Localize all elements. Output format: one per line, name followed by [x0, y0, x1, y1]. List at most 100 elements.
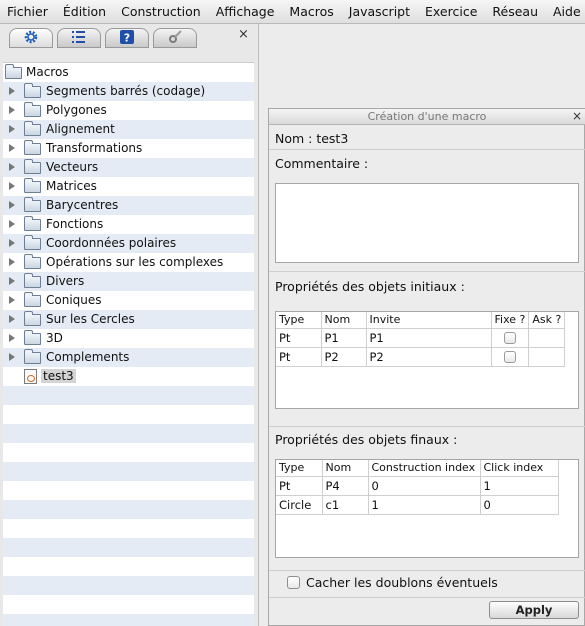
macro-label: test3	[41, 369, 76, 383]
menu-reseau[interactable]: Réseau	[492, 4, 538, 19]
fixed-checkbox[interactable]	[503, 351, 516, 363]
cell-construction-index[interactable]: 0	[368, 476, 481, 496]
tree-folder[interactable]: Alignement	[3, 120, 254, 139]
tree-folder[interactable]: Transformations	[3, 139, 254, 158]
column-header: Ask ?	[528, 312, 566, 329]
cell-click-index[interactable]: 1	[480, 476, 559, 496]
tree-folder[interactable]: Segments barrés (codage)	[3, 82, 254, 101]
macro-icon	[24, 369, 37, 384]
cell-invite[interactable]: P2	[366, 347, 492, 367]
menu-affichage[interactable]: Affichage	[216, 4, 275, 19]
initial-objects-table: Type Nom Invite Fixe ? Ask ? Pt P1 P1 Pt…	[276, 312, 566, 367]
dialog-title: Création d'une macro	[367, 110, 487, 123]
folder-icon	[24, 235, 41, 250]
column-header: Type	[276, 312, 322, 329]
tree-folder[interactable]: Fonctions	[3, 215, 254, 234]
comment-textarea[interactable]	[275, 183, 579, 263]
final-objects-table: Type Nom Construction index Click index …	[276, 460, 559, 515]
cell-fixed	[491, 328, 530, 348]
tab-tools[interactable]	[153, 28, 197, 48]
column-header: Nom	[322, 460, 369, 477]
folder-label: Coordonnées polaires	[46, 236, 177, 250]
folder-icon	[24, 216, 41, 231]
expand-arrow-icon[interactable]	[9, 277, 15, 285]
tree-root-macros[interactable]: Macros	[3, 63, 254, 82]
expand-arrow-icon[interactable]	[9, 106, 15, 114]
folder-label: Segments barrés (codage)	[46, 84, 206, 98]
folder-icon	[24, 159, 41, 174]
tree-macro-test3[interactable]: test3	[3, 367, 254, 386]
macros-panel: ? × Macros Segments barrés (codage) Poly…	[0, 24, 259, 626]
folder-label: Polygones	[46, 103, 107, 117]
cell-name: P4	[322, 476, 369, 496]
expand-arrow-icon[interactable]	[9, 201, 15, 209]
expand-arrow-icon[interactable]	[9, 125, 15, 133]
folder-icon	[24, 178, 41, 193]
tree-folder[interactable]: Complements	[3, 348, 254, 367]
folder-label: Fonctions	[46, 217, 104, 231]
hide-duplicates-label: Cacher les doublons éventuels	[306, 575, 498, 590]
menu-exercice[interactable]: Exercice	[425, 4, 477, 19]
expand-arrow-icon[interactable]	[9, 315, 15, 323]
table-row[interactable]: Pt P4 0 1	[276, 476, 559, 496]
tab-macros[interactable]	[9, 28, 53, 48]
menu-javascript[interactable]: Javascript	[349, 4, 410, 19]
tab-help[interactable]: ?	[105, 28, 149, 48]
menu-aide[interactable]: Aide	[553, 4, 581, 19]
initial-objects-panel: Type Nom Invite Fixe ? Ask ? Pt P1 P1 Pt…	[275, 311, 579, 409]
apply-button[interactable]: Apply	[489, 601, 579, 619]
tree-folder[interactable]: Barycentres	[3, 196, 254, 215]
tab-list[interactable]	[57, 28, 101, 48]
expand-arrow-icon[interactable]	[9, 239, 15, 247]
cell-name: P2	[321, 347, 367, 367]
folder-icon	[24, 273, 41, 288]
expand-arrow-icon[interactable]	[9, 220, 15, 228]
table-header-row: Type Nom Invite Fixe ? Ask ?	[276, 312, 566, 329]
cell-construction-index[interactable]: 1	[368, 495, 481, 515]
folder-label: Matrices	[46, 179, 97, 193]
expand-arrow-icon[interactable]	[9, 353, 15, 361]
menu-macros[interactable]: Macros	[289, 4, 333, 19]
folder-label: Sur les Cercles	[46, 312, 135, 326]
column-header: Fixe ?	[491, 312, 530, 329]
close-icon[interactable]: ×	[572, 109, 582, 124]
menu-construction[interactable]: Construction	[121, 4, 201, 19]
expand-arrow-icon[interactable]	[9, 163, 15, 171]
comment-label: Commentaire :	[275, 156, 369, 171]
menu-edition[interactable]: Édition	[63, 4, 106, 19]
tree-folder[interactable]: 3D	[3, 329, 254, 348]
hide-duplicates-checkbox[interactable]	[287, 576, 300, 589]
tree-folder[interactable]: Coordonnées polaires	[3, 234, 254, 253]
table-row[interactable]: Pt P1 P1	[276, 328, 566, 348]
expand-arrow-icon[interactable]	[9, 334, 15, 342]
column-header: Nom	[321, 312, 367, 329]
table-row[interactable]: Circle c1 1 0	[276, 495, 559, 515]
expand-arrow-icon[interactable]	[9, 182, 15, 190]
cell-ask[interactable]	[528, 328, 566, 348]
expand-arrow-icon[interactable]	[9, 296, 15, 304]
expand-arrow-icon[interactable]	[9, 258, 15, 266]
cell-ask[interactable]	[528, 347, 566, 367]
dialog-titlebar[interactable]: Création d'une macro ×	[269, 109, 585, 125]
menu-fichier[interactable]: Fichier	[7, 4, 48, 19]
tree-folder[interactable]: Coniques	[3, 291, 254, 310]
folder-icon	[24, 311, 41, 326]
tree-folder[interactable]: Vecteurs	[3, 158, 254, 177]
tree-folder[interactable]: Polygones	[3, 101, 254, 120]
cell-click-index[interactable]: 0	[480, 495, 559, 515]
tree-folder[interactable]: Sur les Cercles	[3, 310, 254, 329]
cell-name: c1	[322, 495, 369, 515]
table-row[interactable]: Pt P2 P2	[276, 347, 566, 367]
folder-icon	[24, 292, 41, 307]
folder-icon	[24, 102, 41, 117]
tree-folder[interactable]: Matrices	[3, 177, 254, 196]
final-objects-panel: Type Nom Construction index Click index …	[275, 459, 579, 558]
cell-invite[interactable]: P1	[366, 328, 492, 348]
close-icon[interactable]: ×	[238, 27, 249, 42]
fixed-checkbox[interactable]	[503, 332, 516, 344]
tree-folder[interactable]: Divers	[3, 272, 254, 291]
expand-arrow-icon[interactable]	[9, 87, 15, 95]
expand-arrow-icon[interactable]	[9, 144, 15, 152]
tree-folder[interactable]: Opérations sur les complexes	[3, 253, 254, 272]
folder-icon	[24, 197, 41, 212]
